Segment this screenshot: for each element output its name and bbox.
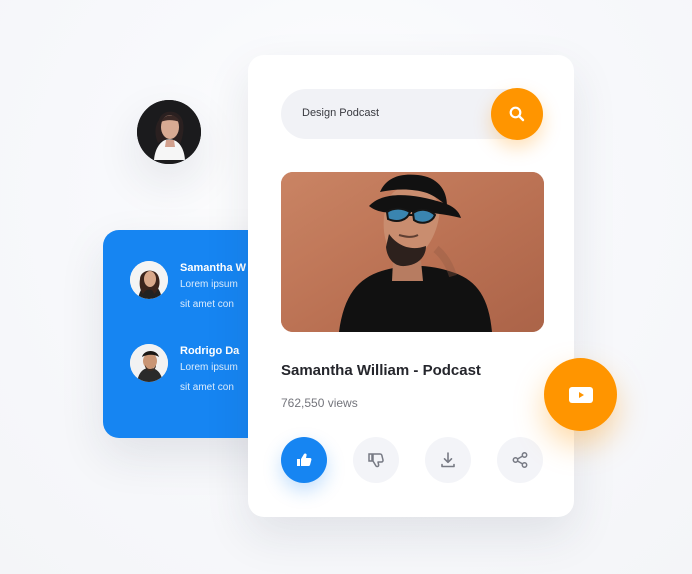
podcast-thumbnail[interactable] (281, 172, 544, 332)
share-icon (512, 452, 528, 468)
search-input[interactable]: Design Podcast (302, 107, 379, 119)
commenter-avatar (130, 261, 168, 299)
search-icon (509, 106, 525, 122)
download-button[interactable] (425, 437, 471, 483)
video-play-button[interactable] (544, 358, 617, 431)
view-count: 762,550 views (281, 396, 358, 410)
download-icon (441, 452, 455, 468)
man-avatar-icon (130, 344, 168, 382)
share-button[interactable] (497, 437, 543, 483)
dislike-button[interactable] (353, 437, 399, 483)
search-button[interactable] (491, 88, 543, 140)
thumbs-down-icon (368, 453, 384, 468)
thumbs-up-icon (297, 453, 312, 466)
profile-avatar[interactable] (137, 100, 201, 164)
woman-avatar-icon (130, 261, 168, 299)
video-actions (281, 436, 543, 484)
commenter-avatar (130, 344, 168, 382)
search-bar[interactable]: Design Podcast (281, 88, 543, 140)
woman-avatar-illustration (137, 100, 201, 164)
man-with-hat-photo (281, 172, 544, 332)
like-button[interactable] (281, 437, 327, 483)
video-title: Samantha William - Podcast (281, 362, 481, 379)
video-card: Design Podcast Samantha William - Podcas… (248, 55, 574, 517)
video-play-icon (568, 386, 593, 403)
ui-stage: Samantha W Lorem ipsum sit amet con Rodr… (0, 0, 692, 574)
